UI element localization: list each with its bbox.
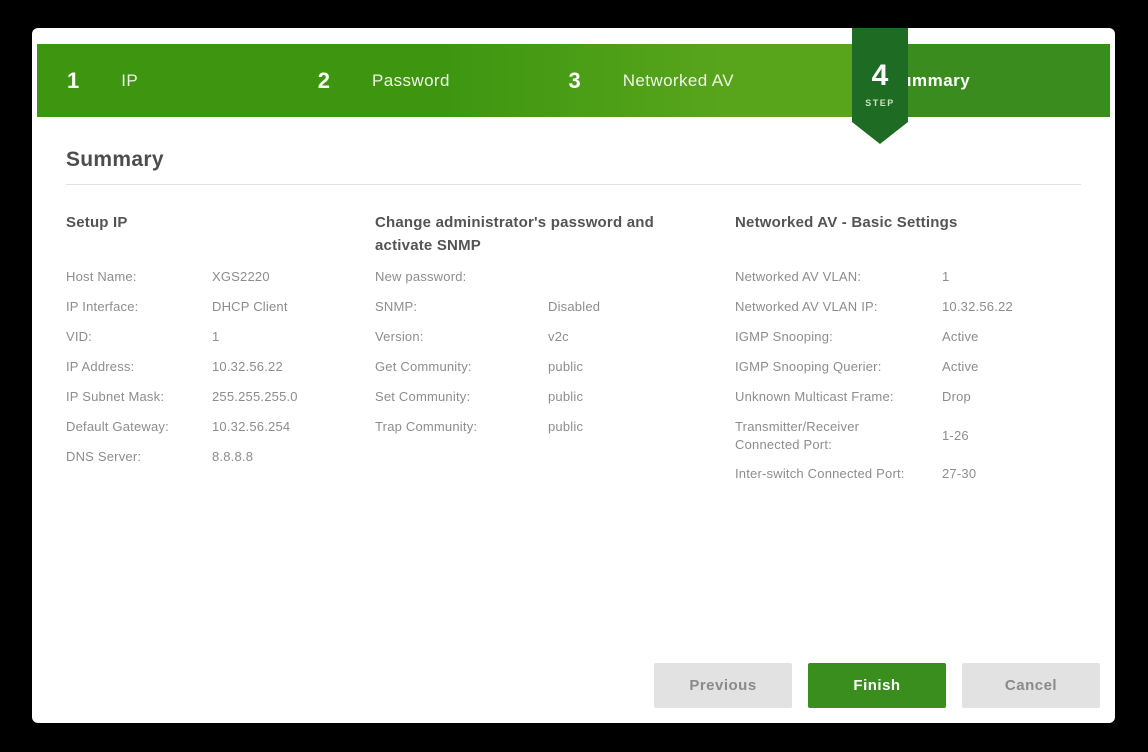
step-label: IP: [121, 71, 138, 91]
row-label: DNS Server:: [66, 448, 212, 466]
summary-row: Inter-switch Connected Port: 27-30: [735, 465, 1081, 483]
summary-row: IGMP Snooping Querier: Active: [735, 358, 1081, 376]
section-password-snmp: Change administrator's password and acti…: [375, 211, 735, 495]
step-number: 1: [67, 70, 79, 92]
summary-row: DNS Server: 8.8.8.8: [66, 448, 375, 466]
row-value: 10.32.56.22: [942, 298, 1013, 316]
step-number: 3: [569, 70, 581, 92]
row-value: public: [548, 358, 583, 376]
summary-row: VID: 1: [66, 328, 375, 346]
row-value: DHCP Client: [212, 298, 288, 316]
row-value: 255.255.255.0: [212, 388, 298, 406]
row-label: Version:: [375, 328, 548, 346]
row-label: IP Subnet Mask:: [66, 388, 212, 406]
page-title: Summary: [66, 148, 1081, 172]
summary-row: Networked AV VLAN IP: 10.32.56.22: [735, 298, 1081, 316]
summary-row: IGMP Snooping: Active: [735, 328, 1081, 346]
title-divider: [66, 184, 1081, 185]
row-label: Unknown Multicast Frame:: [735, 388, 942, 406]
row-value: v2c: [548, 328, 569, 346]
current-step-caption: STEP: [865, 98, 895, 108]
wizard-footer-buttons: Previous Finish Cancel: [654, 663, 1100, 708]
row-label: SNMP:: [375, 298, 548, 316]
row-value: Active: [942, 358, 979, 376]
summary-row: IP Interface: DHCP Client: [66, 298, 375, 316]
current-step-number: 4: [872, 61, 889, 91]
summary-row: Version: v2c: [375, 328, 735, 346]
row-label: Default Gateway:: [66, 418, 212, 436]
row-label: New password:: [375, 268, 548, 286]
row-label: Set Community:: [375, 388, 548, 406]
summary-row: New password:: [375, 268, 735, 286]
summary-row: SNMP: Disabled: [375, 298, 735, 316]
section-title: Change administrator's password and acti…: [375, 211, 660, 268]
previous-button[interactable]: Previous: [654, 663, 792, 708]
row-value: 1-26: [942, 427, 969, 445]
step-label: Password: [372, 71, 450, 91]
summary-content: Summary Setup IP Host Name: XGS2220 IP I…: [32, 117, 1115, 723]
row-value: 10.32.56.22: [212, 358, 283, 376]
row-label: Networked AV VLAN IP:: [735, 298, 942, 316]
row-label: Trap Community:: [375, 418, 548, 436]
finish-button[interactable]: Finish: [808, 663, 946, 708]
section-title: Networked AV - Basic Settings: [735, 211, 1081, 268]
summary-row: Host Name: XGS2220: [66, 268, 375, 286]
step-label: Networked AV: [623, 71, 734, 91]
row-value: 10.32.56.254: [212, 418, 290, 436]
summary-row: Set Community: public: [375, 388, 735, 406]
section-title: Setup IP: [66, 211, 375, 268]
wizard-stepper: 1 IP 2 Password 3 Networked AV Summary: [37, 44, 1110, 117]
row-value: Drop: [942, 388, 971, 406]
summary-columns: Setup IP Host Name: XGS2220 IP Interface…: [66, 211, 1081, 495]
row-value: Active: [942, 328, 979, 346]
row-value: public: [548, 388, 583, 406]
row-label: Host Name:: [66, 268, 212, 286]
summary-row: Networked AV VLAN: 1: [735, 268, 1081, 286]
row-value: public: [548, 418, 583, 436]
row-label: IGMP Snooping Querier:: [735, 358, 942, 376]
row-label: Inter-switch Connected Port:: [735, 465, 942, 483]
summary-row: Get Community: public: [375, 358, 735, 376]
row-value: 1: [942, 268, 949, 286]
section-setup-ip: Setup IP Host Name: XGS2220 IP Interface…: [66, 211, 375, 495]
step-1-ip[interactable]: 1 IP: [37, 44, 288, 117]
cancel-button[interactable]: Cancel: [962, 663, 1100, 708]
step-3-networked-av[interactable]: 3 Networked AV: [539, 44, 790, 117]
row-label: IP Address:: [66, 358, 212, 376]
summary-row: IP Subnet Mask: 255.255.255.0: [66, 388, 375, 406]
row-label: Networked AV VLAN:: [735, 268, 942, 286]
row-label: IGMP Snooping:: [735, 328, 942, 346]
row-label: VID:: [66, 328, 212, 346]
row-label: Get Community:: [375, 358, 548, 376]
row-value: 1: [212, 328, 219, 346]
wizard-window: 1 IP 2 Password 3 Networked AV Summary 4…: [32, 28, 1115, 723]
summary-row: Trap Community: public: [375, 418, 735, 436]
row-value: Disabled: [548, 298, 600, 316]
step-2-password[interactable]: 2 Password: [288, 44, 539, 117]
section-networked-av: Networked AV - Basic Settings Networked …: [735, 211, 1081, 495]
summary-row: Unknown Multicast Frame: Drop: [735, 388, 1081, 406]
summary-row: Default Gateway: 10.32.56.254: [66, 418, 375, 436]
step-4-summary[interactable]: Summary: [789, 44, 1110, 117]
row-label: Transmitter/Receiver Connected Port:: [735, 418, 895, 453]
row-value: 27-30: [942, 465, 976, 483]
summary-row: Transmitter/Receiver Connected Port: 1-2…: [735, 418, 1081, 453]
row-value: XGS2220: [212, 268, 270, 286]
row-value: 8.8.8.8: [212, 448, 253, 466]
row-label: IP Interface:: [66, 298, 212, 316]
summary-row: IP Address: 10.32.56.22: [66, 358, 375, 376]
step-number: 2: [318, 70, 330, 92]
current-step-ribbon: 4 STEP: [852, 28, 908, 144]
